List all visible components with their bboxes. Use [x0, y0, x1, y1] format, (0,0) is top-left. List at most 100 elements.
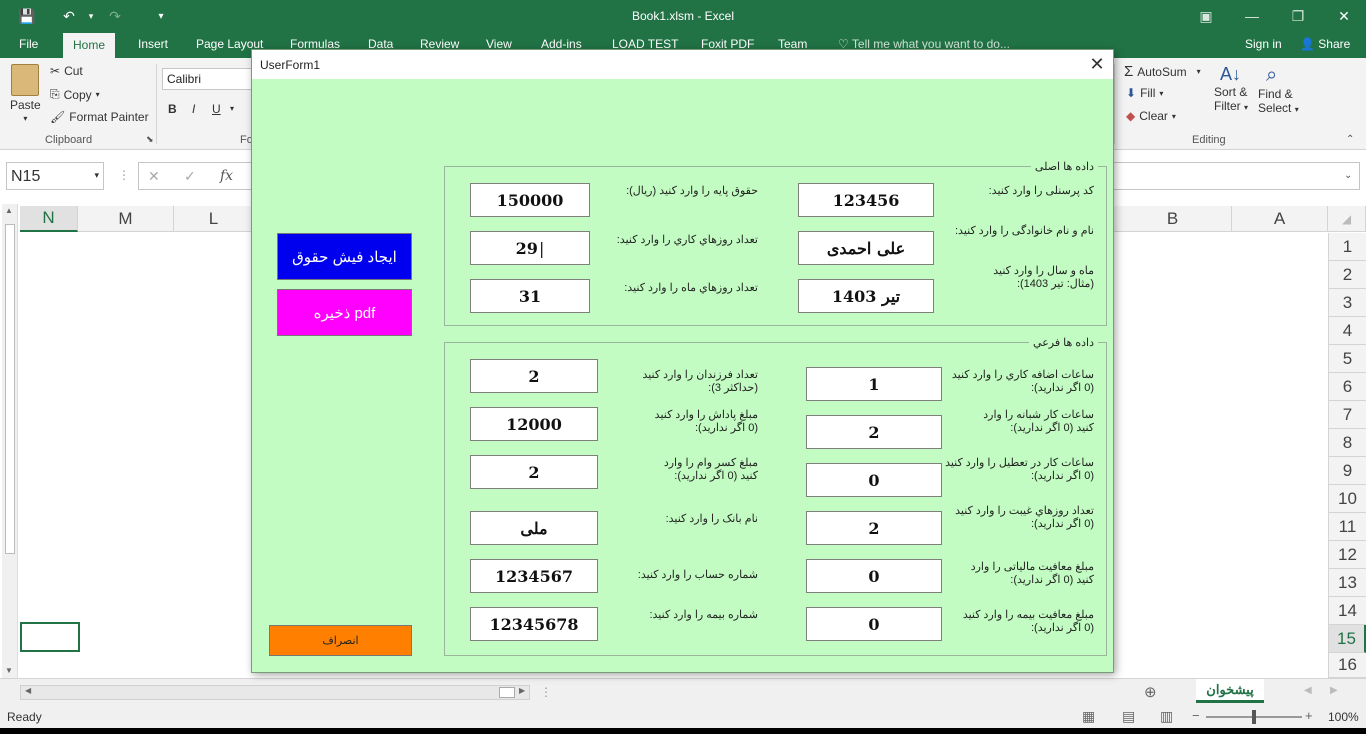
page-break-view-icon[interactable]: ▥: [1160, 708, 1173, 725]
autosum-button[interactable]: Σ AutoSum ▾: [1124, 63, 1201, 80]
cut-button[interactable]: ✂ Cut: [50, 64, 83, 78]
column-header-m[interactable]: M: [78, 206, 174, 232]
zoom-slider-thumb[interactable]: [1252, 710, 1256, 724]
zoom-slider[interactable]: [1206, 710, 1302, 724]
minimize-button[interactable]: —: [1232, 4, 1272, 28]
tab-file[interactable]: File: [19, 37, 38, 51]
month-year-label-line2: (مثال: تیر 1403):: [1016, 278, 1094, 290]
bank-name-input[interactable]: ملی: [470, 511, 598, 545]
overtime-input[interactable]: 1: [806, 367, 942, 401]
tab-insert[interactable]: Insert: [138, 37, 168, 51]
row-header-7[interactable]: 7: [1328, 401, 1366, 429]
tab-home[interactable]: Home: [63, 33, 116, 59]
close-button[interactable]: ✕: [1324, 4, 1364, 28]
personnel-code-input[interactable]: 123456: [798, 183, 934, 217]
row-header-4[interactable]: 4: [1328, 317, 1366, 345]
active-cell-n15[interactable]: [20, 622, 80, 652]
underline-button[interactable]: U: [212, 102, 221, 116]
scroll-down-icon[interactable]: ▼: [5, 666, 13, 675]
sign-in-link[interactable]: Sign in: [1245, 37, 1282, 51]
fill-button[interactable]: ⬇ Fill ▾: [1126, 86, 1163, 100]
new-sheet-icon[interactable]: ⊕: [1144, 683, 1157, 701]
find-select-button[interactable]: ⌕ Find & Select ▾: [1258, 64, 1299, 115]
userform-close-icon[interactable]: ✕: [1087, 54, 1107, 74]
base-salary-input[interactable]: 150000: [470, 183, 590, 217]
row-header-11[interactable]: 11: [1328, 513, 1366, 541]
row-header-6[interactable]: 6: [1328, 373, 1366, 401]
loan-deduction-label: مبلغ کسر وام را وارد کنید (0 اگر ندارید)…: [618, 457, 758, 483]
month-days-input[interactable]: 31: [470, 279, 590, 313]
scroll-left-icon[interactable]: ◀: [25, 686, 31, 695]
zoom-in-icon[interactable]: +: [1305, 708, 1313, 723]
row-header-10[interactable]: 10: [1328, 485, 1366, 513]
insurance-exemption-input[interactable]: 0: [806, 607, 942, 641]
clipboard-launcher-icon[interactable]: ⬊: [146, 134, 154, 145]
paste-button[interactable]: Paste ▾: [10, 64, 41, 123]
cancel-button[interactable]: انصراف: [269, 625, 412, 656]
children-input[interactable]: 2: [470, 359, 598, 393]
sort-filter-button[interactable]: A↓ Sort & Filter ▾: [1214, 64, 1248, 113]
maximize-button[interactable]: ❐: [1278, 4, 1318, 28]
name-box-dropdown-icon[interactable]: ▾: [94, 170, 99, 181]
row-header-1[interactable]: 1: [1328, 233, 1366, 261]
share-button[interactable]: 👤 Share: [1300, 37, 1350, 51]
column-header-b[interactable]: B: [1114, 206, 1232, 232]
row-header-13[interactable]: 13: [1328, 569, 1366, 597]
sheet-next-icon[interactable]: ▶: [1330, 685, 1338, 696]
full-name-input[interactable]: علی احمدی: [798, 231, 934, 265]
row-header-9[interactable]: 9: [1328, 457, 1366, 485]
insurance-number-input[interactable]: 12345678: [470, 607, 598, 641]
column-header-l[interactable]: L: [174, 206, 254, 232]
row-header-14[interactable]: 14: [1328, 597, 1366, 625]
status-bar: Ready ▦ ▤ ▥ − + 100%: [0, 706, 1366, 728]
clear-button[interactable]: ◆ Clear ▾: [1126, 109, 1176, 123]
row-header-12[interactable]: 12: [1328, 541, 1366, 569]
row-header-5[interactable]: 5: [1328, 345, 1366, 373]
italic-button[interactable]: I: [192, 102, 195, 116]
vertical-scroll-thumb[interactable]: [5, 224, 15, 554]
row-header-8[interactable]: 8: [1328, 429, 1366, 457]
ribbon-display-options-icon[interactable]: ▣: [1186, 4, 1226, 28]
vertical-scrollbar[interactable]: ▲ ▼: [2, 204, 18, 678]
column-header-n[interactable]: N: [20, 206, 78, 232]
scroll-right-icon[interactable]: ▶: [519, 686, 525, 695]
horizontal-scrollbar[interactable]: ◀ ▶: [20, 685, 530, 700]
save-pdf-button[interactable]: ذخیره pdf: [277, 289, 412, 336]
collapse-ribbon-icon[interactable]: ⌃: [1346, 134, 1354, 145]
expand-formula-bar-icon[interactable]: ⌄: [1344, 170, 1352, 181]
format-painter-button[interactable]: 🖌 Format Painter: [50, 110, 149, 124]
bonus-input[interactable]: 12000: [470, 407, 598, 441]
night-hours-label-line1: ساعات كار شبانه را وارد: [983, 409, 1094, 421]
row-header-16[interactable]: 16: [1328, 653, 1366, 678]
work-days-input[interactable]: 29 |: [470, 231, 590, 265]
name-box[interactable]: N15 ▾: [6, 162, 104, 190]
bold-button[interactable]: B: [168, 102, 177, 116]
zoom-out-icon[interactable]: −: [1192, 708, 1200, 723]
scroll-up-icon[interactable]: ▲: [5, 206, 13, 215]
normal-view-icon[interactable]: ▦: [1082, 708, 1095, 725]
paste-dropdown-icon: ▾: [23, 114, 28, 123]
select-all-corner[interactable]: ◢: [1328, 206, 1366, 232]
horizontal-scroll-thumb[interactable]: [499, 687, 515, 698]
page-layout-view-icon[interactable]: ▤: [1122, 708, 1135, 725]
absence-days-input[interactable]: 2: [806, 511, 942, 545]
account-number-input[interactable]: 1234567: [470, 559, 598, 593]
create-payslip-button[interactable]: ایجاد فیش حقوق: [277, 233, 412, 280]
row-header-15[interactable]: 15: [1328, 625, 1366, 653]
font-name-box[interactable]: Calibri: [162, 68, 254, 90]
month-year-input[interactable]: 1403 تیر: [798, 279, 934, 313]
sheet-prev-icon[interactable]: ◀: [1304, 685, 1312, 696]
zoom-level[interactable]: 100%: [1328, 710, 1359, 724]
underline-dropdown-icon[interactable]: ▾: [230, 104, 234, 113]
copy-button[interactable]: ⎘ Copy ▾: [50, 87, 100, 102]
userform-title-bar[interactable]: UserForm1 ✕: [252, 50, 1113, 79]
loan-deduction-input[interactable]: 2: [470, 455, 598, 489]
holiday-hours-input[interactable]: 0: [806, 463, 942, 497]
row-header-3[interactable]: 3: [1328, 289, 1366, 317]
split-grip-icon[interactable]: ⋮: [540, 685, 552, 699]
column-header-a[interactable]: A: [1232, 206, 1328, 232]
row-header-2[interactable]: 2: [1328, 261, 1366, 289]
sheet-tab-pishkhan[interactable]: پیشخوان: [1196, 679, 1264, 703]
tax-exemption-input[interactable]: 0: [806, 559, 942, 593]
night-hours-input[interactable]: 2: [806, 415, 942, 449]
